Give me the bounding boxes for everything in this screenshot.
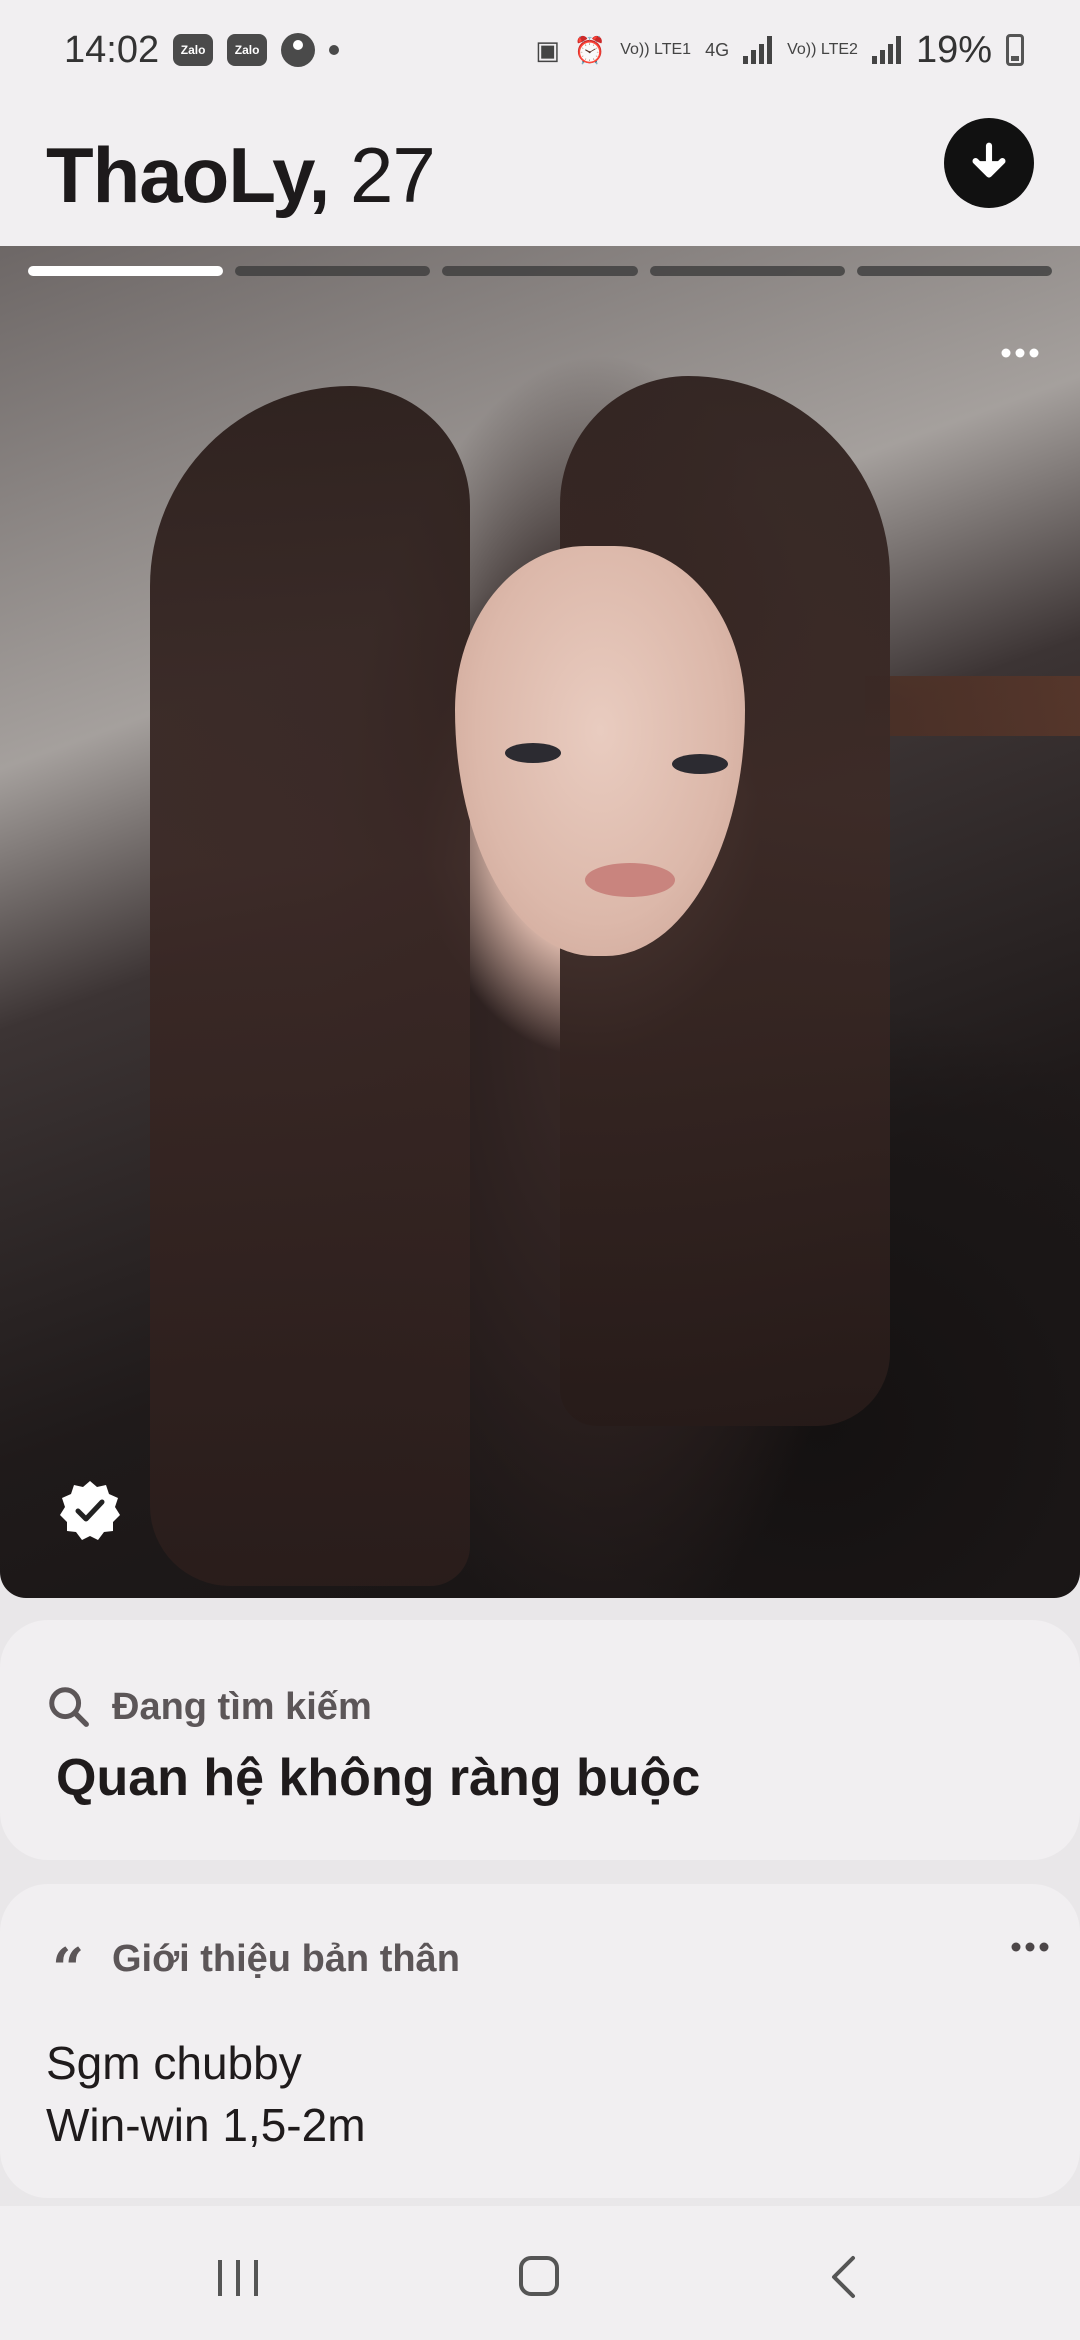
photo-progress-segment bbox=[28, 266, 224, 276]
system-navigation-bar bbox=[0, 2206, 1080, 2340]
photo-subject bbox=[150, 386, 470, 1586]
photo-more-options-button[interactable] bbox=[1000, 316, 1040, 370]
arrow-down-icon bbox=[972, 142, 1006, 178]
photo-progress-segment bbox=[856, 266, 1053, 276]
photo-progress-segment bbox=[235, 266, 431, 276]
signal-strength-icon bbox=[871, 36, 902, 64]
volte-lte1-label: Vo)) LTE1 bbox=[620, 41, 692, 58]
profile-header: ThaoLy, 27 bbox=[0, 100, 1080, 246]
looking-for-value: Quan hệ không ràng buộc bbox=[56, 1749, 701, 1807]
zalo-notification-icon: Zalo bbox=[173, 34, 214, 66]
about-me-label: Giới thiệu bản thân bbox=[112, 1938, 460, 1980]
photo-subject bbox=[672, 754, 728, 774]
more-notifications-dot-icon bbox=[329, 45, 340, 55]
alarm-icon: ⏰ bbox=[573, 34, 607, 65]
recent-apps-icon[interactable] bbox=[216, 2258, 260, 2298]
looking-for-label: Đang tìm kiếm bbox=[112, 1686, 372, 1728]
about-me-card: “ Giới thiệu bản thân Sgm chubby Win-win… bbox=[0, 1884, 1080, 2198]
photo-progress-indicator bbox=[28, 266, 1053, 276]
verified-badge-icon bbox=[60, 1481, 120, 1540]
zalo-notification-icon: Zalo bbox=[227, 34, 268, 66]
battery-percent: 19% bbox=[915, 28, 992, 71]
more-horizontal-icon bbox=[1011, 1942, 1049, 1952]
account-notification-icon bbox=[281, 33, 316, 67]
home-icon[interactable] bbox=[519, 2256, 559, 2296]
search-icon bbox=[49, 1687, 89, 1727]
photo-subject bbox=[505, 743, 561, 763]
app-notification-icon: ▣ bbox=[535, 34, 560, 65]
back-icon[interactable] bbox=[828, 2254, 858, 2300]
status-bar-right: ▣ ⏰ Vo)) LTE1 4G Vo)) LTE2 19% bbox=[535, 29, 1024, 72]
collapse-profile-button[interactable] bbox=[944, 118, 1034, 208]
about-text-line: Sgm chubby bbox=[46, 2037, 302, 2089]
status-bar-left: 14:02 Zalo Zalo bbox=[64, 28, 340, 72]
about-text-line: Win-win 1,5-2m bbox=[46, 2099, 366, 2151]
photo-progress-segment bbox=[442, 266, 638, 276]
quote-icon: “ bbox=[52, 1936, 85, 2002]
signal-strength-icon bbox=[743, 36, 773, 64]
verified-badge[interactable] bbox=[58, 1478, 122, 1542]
profile-name: ThaoLy, bbox=[46, 131, 330, 219]
battery-icon bbox=[1006, 34, 1024, 66]
status-time: 14:02 bbox=[64, 28, 160, 71]
profile-name-age: ThaoLy, 27 bbox=[46, 130, 436, 221]
more-horizontal-icon bbox=[1001, 348, 1039, 358]
photo-progress-segment bbox=[649, 266, 845, 276]
profile-age: 27 bbox=[350, 131, 436, 219]
profile-photo[interactable] bbox=[0, 246, 1080, 1598]
photo-background bbox=[865, 676, 1080, 736]
network-4g-label: 4G bbox=[705, 39, 730, 60]
photo-subject bbox=[585, 863, 675, 897]
about-more-options-button[interactable] bbox=[1010, 1914, 1050, 1964]
volte-lte2-label: Vo)) LTE2 bbox=[787, 41, 858, 58]
looking-for-card: Đang tìm kiếm Quan hệ không ràng buộc bbox=[0, 1620, 1080, 1860]
status-bar: 14:02 Zalo Zalo ▣ ⏰ Vo)) LTE1 4G Vo)) LT… bbox=[0, 0, 1080, 100]
